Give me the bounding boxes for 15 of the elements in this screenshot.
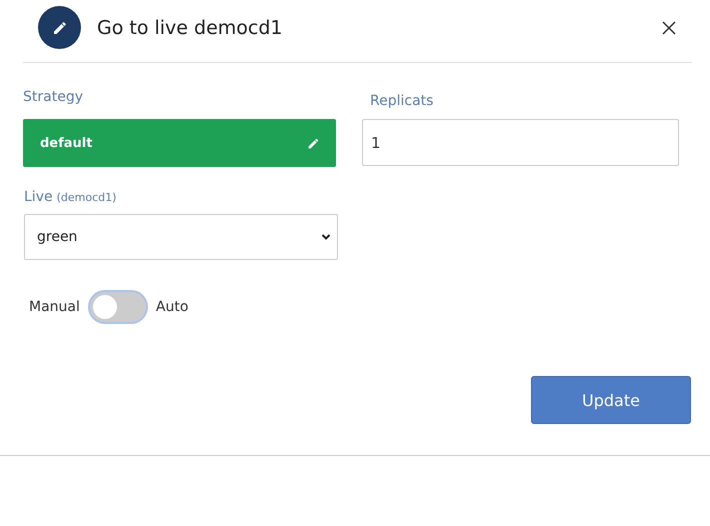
chevron-down-icon [321,233,331,241]
live-select[interactable]: green [24,214,338,260]
strategy-label: Strategy [23,89,84,105]
replicas-input[interactable]: 1 [362,119,679,166]
replicas-label: Replicats [370,93,434,109]
live-note: (democd1) [56,191,116,204]
update-button[interactable]: Update [531,376,691,424]
auto-label: Auto [156,299,188,315]
pencil-icon [38,6,81,49]
mode-switch[interactable] [90,292,146,322]
pencil-icon [307,136,320,150]
live-label: Live [24,189,53,205]
close-icon [662,20,676,34]
manual-label: Manual [29,299,80,315]
dialog-title: Go to live democd1 [97,16,284,38]
